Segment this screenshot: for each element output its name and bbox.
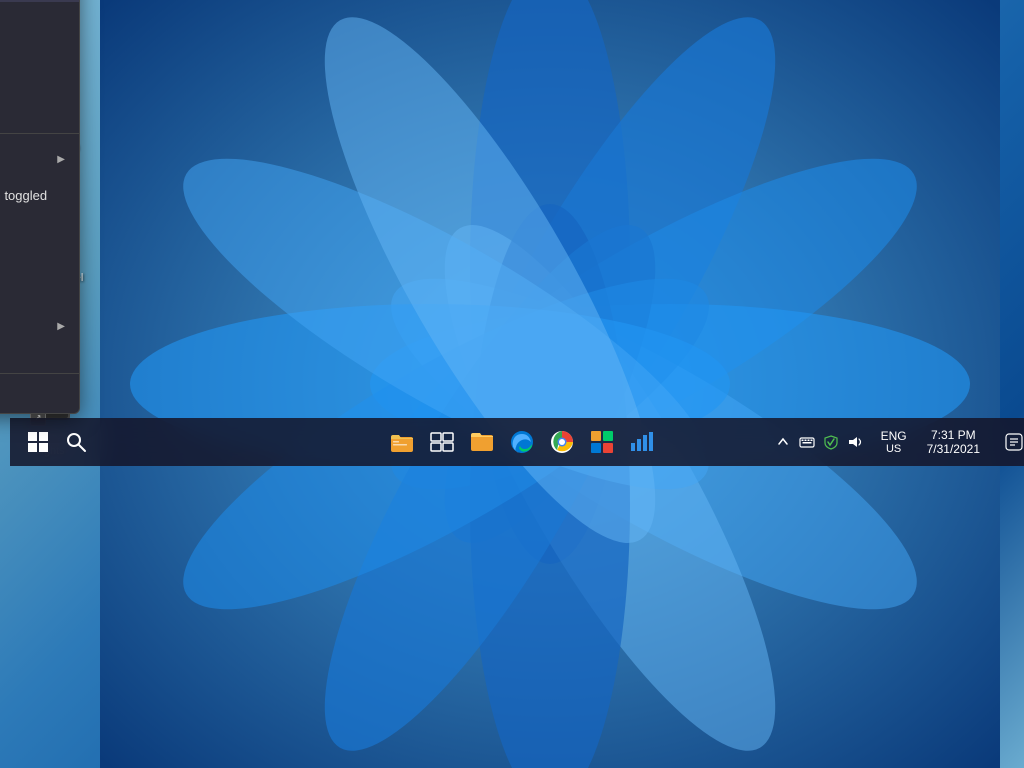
tray-keyboard-icon[interactable] xyxy=(797,432,817,452)
menu-separator-1 xyxy=(0,133,79,134)
desktop: This PC ♻ Recycle Bin xyxy=(0,0,1024,768)
clock-time: 7:31 PM xyxy=(931,428,976,442)
taskbar-file-explorer[interactable] xyxy=(384,424,420,460)
always-top-label: Always on top xyxy=(0,232,65,247)
desktop-icons-container: This PC ♻ Recycle Bin xyxy=(10,10,90,466)
clock-date: 7/31/2021 xyxy=(927,442,980,456)
always-show-label: Always show when toggled on xyxy=(0,188,65,218)
sound-effect-arrow: ▶ xyxy=(57,321,65,332)
menu-item-language[interactable]: abc Language... xyxy=(0,34,79,66)
taskbar-center-icons xyxy=(384,424,660,460)
menu-separator-2 xyxy=(0,373,79,374)
menu-item-edit-license[interactable]: Edit License... xyxy=(0,2,79,34)
taskbar-clock[interactable]: 7:31 PM 7/31/2021 xyxy=(915,418,992,466)
show-status-label: Show when status changes xyxy=(0,144,47,174)
context-menu: ? Online Help Edit License... abc Langua… xyxy=(0,0,80,414)
menu-item-reset-defaults[interactable]: Reset to Defaults xyxy=(0,341,79,370)
menu-item-exit[interactable]: Exit xyxy=(0,377,79,409)
language-indicator[interactable]: ENG US xyxy=(875,429,913,455)
tray-volume-icon[interactable] xyxy=(845,432,865,452)
menu-item-sound-effect[interactable]: Sound Effect ▶ xyxy=(0,312,79,341)
menu-item-show-status[interactable]: Show when status changes ▶ xyxy=(0,137,79,181)
search-button[interactable] xyxy=(58,424,94,460)
sound-effect-label: Sound Effect xyxy=(0,319,47,334)
minimal-mode-label: Minimal Mode xyxy=(0,261,65,276)
menu-item-about[interactable]: i About... xyxy=(0,98,79,130)
send-feedback-label: Send Feedback... xyxy=(0,75,65,90)
lang-region: US xyxy=(886,443,901,455)
taskbar-store[interactable] xyxy=(584,424,620,460)
taskbar: ENG US 7:31 PM 7/31/2021 xyxy=(10,418,1024,466)
menu-item-screensnap[interactable]: ✓ ScreenSnap xyxy=(0,283,79,312)
show-status-arrow: ▶ xyxy=(57,154,65,165)
system-tray xyxy=(765,432,873,452)
exit-label: Exit xyxy=(0,386,65,401)
taskbar-chrome[interactable] xyxy=(544,424,580,460)
taskbar-right: ENG US 7:31 PM 7/31/2021 xyxy=(765,418,1024,466)
about-label: About... xyxy=(0,107,65,122)
menu-item-always-show[interactable]: Always show when toggled on xyxy=(0,181,79,225)
taskbar-explorer2[interactable] xyxy=(464,424,500,460)
tray-security-icon[interactable] xyxy=(821,432,841,452)
reset-defaults-label: Reset to Defaults xyxy=(0,348,65,363)
taskbar-task-view[interactable] xyxy=(424,424,460,460)
lang-code: ENG xyxy=(881,429,907,443)
menu-item-minimal-mode[interactable]: Minimal Mode xyxy=(0,254,79,283)
show-hidden-icons-button[interactable] xyxy=(773,432,793,452)
taskbar-mail[interactable] xyxy=(624,424,660,460)
menu-item-always-top[interactable]: Always on top xyxy=(0,225,79,254)
edit-license-label: Edit License... xyxy=(0,11,65,26)
language-label: Language... xyxy=(0,43,65,58)
start-button[interactable] xyxy=(18,422,58,462)
wallpaper-art xyxy=(100,0,1000,768)
menu-item-send-feedback[interactable]: Send Feedback... xyxy=(0,66,79,98)
taskbar-edge[interactable] xyxy=(504,424,540,460)
notification-center-button[interactable] xyxy=(994,418,1024,466)
screensnap-label: ScreenSnap xyxy=(0,290,65,305)
